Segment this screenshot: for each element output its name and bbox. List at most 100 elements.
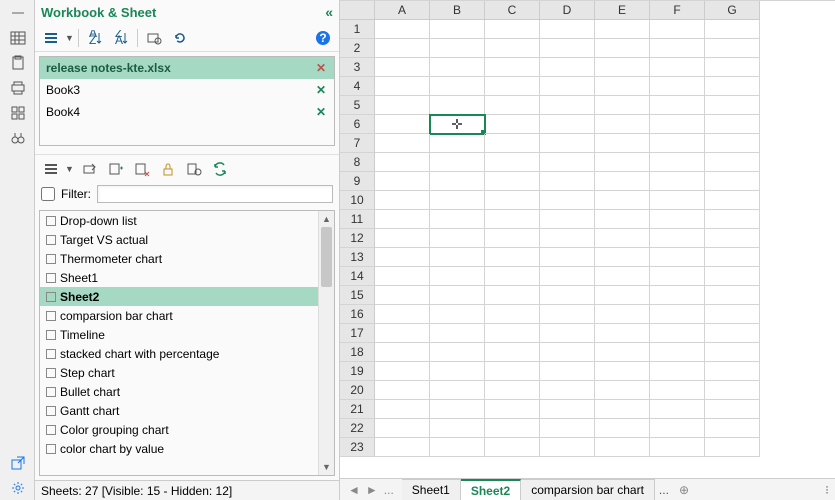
row-header[interactable]: 12 bbox=[340, 229, 375, 248]
cell[interactable] bbox=[595, 77, 650, 96]
cell[interactable] bbox=[430, 77, 485, 96]
tab-nav-more[interactable]: ... bbox=[382, 483, 396, 497]
cell[interactable] bbox=[485, 191, 540, 210]
cell[interactable] bbox=[375, 381, 430, 400]
cell[interactable] bbox=[485, 229, 540, 248]
dropdown-caret-icon[interactable]: ▼ bbox=[65, 33, 74, 43]
cell[interactable] bbox=[540, 172, 595, 191]
row-header[interactable]: 17 bbox=[340, 324, 375, 343]
list-view-icon[interactable] bbox=[39, 26, 63, 50]
sheet-checkbox[interactable] bbox=[46, 273, 56, 283]
cell[interactable] bbox=[430, 39, 485, 58]
cell[interactable] bbox=[705, 248, 760, 267]
cell[interactable] bbox=[540, 381, 595, 400]
cell[interactable] bbox=[375, 267, 430, 286]
lock-icon[interactable] bbox=[156, 157, 180, 181]
cell[interactable] bbox=[430, 134, 485, 153]
tab-options-icon[interactable]: ⁝ bbox=[819, 479, 835, 500]
sheet-checkbox[interactable] bbox=[46, 235, 56, 245]
cell[interactable] bbox=[375, 96, 430, 115]
cell[interactable] bbox=[650, 248, 705, 267]
cell[interactable] bbox=[595, 153, 650, 172]
dropdown-caret-icon[interactable]: ▼ bbox=[65, 164, 74, 174]
cell[interactable] bbox=[650, 305, 705, 324]
cell[interactable] bbox=[485, 134, 540, 153]
cell[interactable] bbox=[485, 172, 540, 191]
sheet-item[interactable]: Step chart bbox=[40, 363, 318, 382]
cell[interactable] bbox=[595, 115, 650, 134]
cell[interactable] bbox=[705, 191, 760, 210]
cell[interactable] bbox=[485, 324, 540, 343]
cell[interactable] bbox=[540, 77, 595, 96]
cell[interactable] bbox=[705, 77, 760, 96]
cell[interactable] bbox=[650, 191, 705, 210]
binoculars-icon[interactable] bbox=[0, 125, 35, 150]
cell[interactable] bbox=[540, 419, 595, 438]
cell[interactable] bbox=[485, 381, 540, 400]
row-header[interactable]: 6 bbox=[340, 115, 375, 134]
cell[interactable] bbox=[485, 419, 540, 438]
cell[interactable] bbox=[595, 286, 650, 305]
sort-desc-icon[interactable]: ZA bbox=[109, 26, 133, 50]
sheet-item[interactable]: Color grouping chart bbox=[40, 420, 318, 439]
cell[interactable] bbox=[705, 419, 760, 438]
cell[interactable] bbox=[485, 362, 540, 381]
column-header[interactable]: B bbox=[430, 1, 485, 20]
cell[interactable] bbox=[430, 286, 485, 305]
cell[interactable] bbox=[430, 381, 485, 400]
cell[interactable] bbox=[540, 267, 595, 286]
row-header[interactable]: 21 bbox=[340, 400, 375, 419]
cell[interactable] bbox=[485, 20, 540, 39]
cell[interactable] bbox=[430, 343, 485, 362]
cell[interactable] bbox=[430, 191, 485, 210]
cell[interactable] bbox=[705, 58, 760, 77]
cell[interactable] bbox=[595, 58, 650, 77]
column-header[interactable]: C bbox=[485, 1, 540, 20]
sheet-item[interactable]: Gantt chart bbox=[40, 401, 318, 420]
column-header[interactable]: D bbox=[540, 1, 595, 20]
cell[interactable] bbox=[705, 115, 760, 134]
sheet-checkbox[interactable] bbox=[46, 406, 56, 416]
cell[interactable] bbox=[705, 305, 760, 324]
cell[interactable] bbox=[430, 153, 485, 172]
cell[interactable] bbox=[650, 381, 705, 400]
cell[interactable] bbox=[595, 305, 650, 324]
row-header[interactable]: 23 bbox=[340, 438, 375, 457]
row-header[interactable]: 19 bbox=[340, 362, 375, 381]
cell[interactable] bbox=[375, 39, 430, 58]
cell[interactable] bbox=[705, 39, 760, 58]
cell[interactable] bbox=[705, 172, 760, 191]
grid-icon[interactable] bbox=[0, 100, 35, 125]
sheet-item[interactable]: Sheet2 bbox=[40, 287, 318, 306]
sheet-checkbox[interactable] bbox=[46, 444, 56, 454]
list-icon[interactable] bbox=[39, 157, 63, 181]
cell[interactable] bbox=[650, 77, 705, 96]
row-header[interactable]: 22 bbox=[340, 419, 375, 438]
cell[interactable] bbox=[485, 305, 540, 324]
cell[interactable] bbox=[540, 153, 595, 172]
sheet-tab[interactable]: comparsion bar chart bbox=[521, 479, 655, 500]
column-header[interactable]: A bbox=[375, 1, 430, 20]
cell[interactable] bbox=[375, 248, 430, 267]
cell[interactable] bbox=[430, 362, 485, 381]
workbook-item[interactable]: Book3 ✕ bbox=[40, 79, 334, 101]
sheet-item[interactable]: Bullet chart bbox=[40, 382, 318, 401]
row-header[interactable]: 20 bbox=[340, 381, 375, 400]
help-icon[interactable]: ? bbox=[311, 26, 335, 50]
cell[interactable] bbox=[705, 96, 760, 115]
cell[interactable] bbox=[595, 96, 650, 115]
cell[interactable] bbox=[650, 362, 705, 381]
cell[interactable] bbox=[430, 115, 485, 134]
cell[interactable] bbox=[430, 248, 485, 267]
cell[interactable] bbox=[485, 58, 540, 77]
cell[interactable] bbox=[540, 229, 595, 248]
cell[interactable] bbox=[650, 286, 705, 305]
delete-sheet-icon[interactable] bbox=[130, 157, 154, 181]
collapse-button[interactable]: « bbox=[325, 4, 333, 20]
cell[interactable] bbox=[375, 419, 430, 438]
cell[interactable] bbox=[375, 400, 430, 419]
cell[interactable] bbox=[375, 210, 430, 229]
cell[interactable] bbox=[540, 96, 595, 115]
cell[interactable] bbox=[595, 229, 650, 248]
sync-icon[interactable] bbox=[208, 157, 232, 181]
